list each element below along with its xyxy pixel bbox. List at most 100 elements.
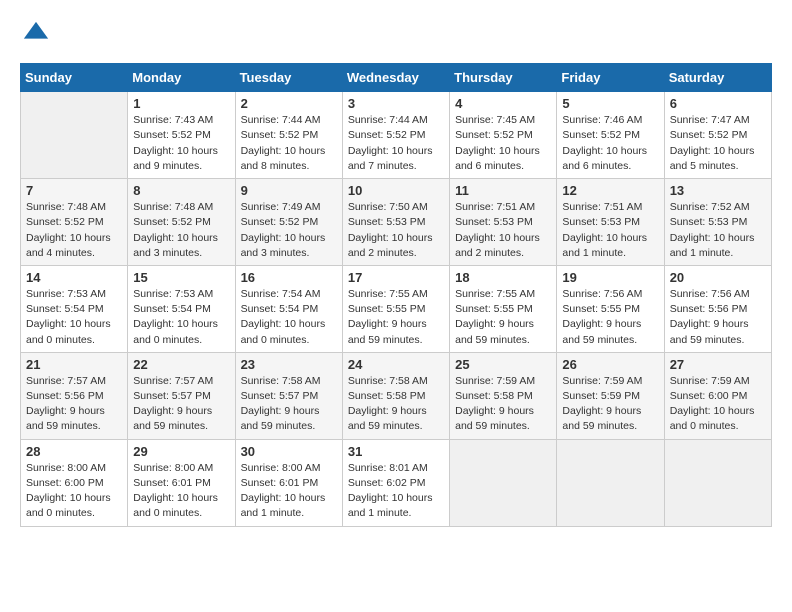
cell-details: Sunrise: 8:00 AMSunset: 6:01 PMDaylight:… — [133, 461, 229, 522]
day-number: 21 — [26, 357, 122, 372]
calendar-cell: 19 Sunrise: 7:56 AMSunset: 5:55 PMDayligh… — [557, 265, 664, 352]
day-number: 1 — [133, 96, 229, 111]
calendar-table: SundayMondayTuesdayWednesdayThursdayFrid… — [20, 63, 772, 526]
cell-details: Sunrise: 7:58 AMSunset: 5:57 PMDaylight:… — [241, 374, 337, 435]
calendar-cell: 5 Sunrise: 7:46 AMSunset: 5:52 PMDaylight… — [557, 92, 664, 179]
week-row-1: 1Sunrise: 7:43 AMSunset: 5:52 PMDaylight… — [21, 92, 772, 179]
day-number: 30 — [241, 444, 337, 459]
cell-details: Sunrise: 8:01 AMSunset: 6:02 PMDaylight:… — [348, 461, 444, 522]
day-number: 17 — [348, 270, 444, 285]
day-number: 8 — [133, 183, 229, 198]
cell-details: Sunrise: 8:00 AMSunset: 6:01 PMDaylight:… — [241, 461, 337, 522]
day-number: 12 — [562, 183, 658, 198]
header-thursday: Thursday — [450, 64, 557, 92]
week-row-2: 7 Sunrise: 7:48 AMSunset: 5:52 PMDaylight… — [21, 179, 772, 266]
day-number: 5 — [562, 96, 658, 111]
day-number: 10 — [348, 183, 444, 198]
cell-details: Sunrise: 7:59 AMSunset: 5:59 PMDaylight:… — [562, 374, 658, 435]
calendar-cell — [21, 92, 128, 179]
cell-details: Sunrise: 7:48 AMSunset: 5:52 PMDaylight:… — [26, 200, 122, 261]
day-number: 2 — [241, 96, 337, 111]
calendar-cell: 23 Sunrise: 7:58 AMSunset: 5:57 PMDayligh… — [235, 352, 342, 439]
calendar-cell: 1Sunrise: 7:43 AMSunset: 5:52 PMDaylight… — [128, 92, 235, 179]
calendar-cell — [664, 439, 771, 526]
page-header — [20, 20, 772, 53]
cell-details: Sunrise: 7:44 AMSunset: 5:52 PMDaylight:… — [348, 113, 444, 174]
calendar-header-row: SundayMondayTuesdayWednesdayThursdayFrid… — [21, 64, 772, 92]
logo — [20, 20, 50, 53]
day-number: 19 — [562, 270, 658, 285]
cell-details: Sunrise: 7:47 AMSunset: 5:52 PMDaylight:… — [670, 113, 766, 174]
cell-details: Sunrise: 7:51 AMSunset: 5:53 PMDaylight:… — [562, 200, 658, 261]
week-row-4: 21 Sunrise: 7:57 AMSunset: 5:56 PMDayligh… — [21, 352, 772, 439]
calendar-cell: 26 Sunrise: 7:59 AMSunset: 5:59 PMDayligh… — [557, 352, 664, 439]
calendar-cell: 15 Sunrise: 7:53 AMSunset: 5:54 PMDayligh… — [128, 265, 235, 352]
cell-details: Sunrise: 7:46 AMSunset: 5:52 PMDaylight:… — [562, 113, 658, 174]
calendar-cell: 16Sunrise: 7:54 AMSunset: 5:54 PMDayligh… — [235, 265, 342, 352]
calendar-cell: 13Sunrise: 7:52 AMSunset: 5:53 PMDayligh… — [664, 179, 771, 266]
cell-details: Sunrise: 7:56 AMSunset: 5:56 PMDaylight:… — [670, 287, 766, 348]
cell-details: Sunrise: 7:58 AMSunset: 5:58 PMDaylight:… — [348, 374, 444, 435]
cell-details: Sunrise: 8:00 AMSunset: 6:00 PMDaylight:… — [26, 461, 122, 522]
calendar-cell: 14Sunrise: 7:53 AMSunset: 5:54 PMDayligh… — [21, 265, 128, 352]
calendar-cell: 6 Sunrise: 7:47 AMSunset: 5:52 PMDaylight… — [664, 92, 771, 179]
calendar-cell: 18 Sunrise: 7:55 AMSunset: 5:55 PMDayligh… — [450, 265, 557, 352]
week-row-5: 28Sunrise: 8:00 AMSunset: 6:00 PMDayligh… — [21, 439, 772, 526]
day-number: 26 — [562, 357, 658, 372]
calendar-cell: 29Sunrise: 8:00 AMSunset: 6:01 PMDayligh… — [128, 439, 235, 526]
calendar-cell: 9Sunrise: 7:49 AMSunset: 5:52 PMDaylight… — [235, 179, 342, 266]
day-number: 6 — [670, 96, 766, 111]
day-number: 27 — [670, 357, 766, 372]
cell-details: Sunrise: 7:57 AMSunset: 5:56 PMDaylight:… — [26, 374, 122, 435]
cell-details: Sunrise: 7:53 AMSunset: 5:54 PMDaylight:… — [133, 287, 229, 348]
calendar-cell: 12 Sunrise: 7:51 AMSunset: 5:53 PMDayligh… — [557, 179, 664, 266]
calendar-cell: 3 Sunrise: 7:44 AMSunset: 5:52 PMDaylight… — [342, 92, 449, 179]
calendar-cell: 10 Sunrise: 7:50 AMSunset: 5:53 PMDayligh… — [342, 179, 449, 266]
calendar-cell: 8 Sunrise: 7:48 AMSunset: 5:52 PMDaylight… — [128, 179, 235, 266]
cell-details: Sunrise: 7:59 AMSunset: 5:58 PMDaylight:… — [455, 374, 551, 435]
day-number: 15 — [133, 270, 229, 285]
day-number: 25 — [455, 357, 551, 372]
cell-details: Sunrise: 7:53 AMSunset: 5:54 PMDaylight:… — [26, 287, 122, 348]
day-number: 13 — [670, 183, 766, 198]
calendar-cell: 31 Sunrise: 8:01 AMSunset: 6:02 PMDayligh… — [342, 439, 449, 526]
cell-details: Sunrise: 7:48 AMSunset: 5:52 PMDaylight:… — [133, 200, 229, 261]
week-row-3: 14Sunrise: 7:53 AMSunset: 5:54 PMDayligh… — [21, 265, 772, 352]
cell-details: Sunrise: 7:55 AMSunset: 5:55 PMDaylight:… — [455, 287, 551, 348]
header-friday: Friday — [557, 64, 664, 92]
day-number: 23 — [241, 357, 337, 372]
calendar-cell: 28Sunrise: 8:00 AMSunset: 6:00 PMDayligh… — [21, 439, 128, 526]
day-number: 22 — [133, 357, 229, 372]
cell-details: Sunrise: 7:59 AMSunset: 6:00 PMDaylight:… — [670, 374, 766, 435]
header-wednesday: Wednesday — [342, 64, 449, 92]
calendar-cell: 21 Sunrise: 7:57 AMSunset: 5:56 PMDayligh… — [21, 352, 128, 439]
cell-details: Sunrise: 7:49 AMSunset: 5:52 PMDaylight:… — [241, 200, 337, 261]
calendar-cell: 17Sunrise: 7:55 AMSunset: 5:55 PMDayligh… — [342, 265, 449, 352]
calendar-cell: 20 Sunrise: 7:56 AMSunset: 5:56 PMDayligh… — [664, 265, 771, 352]
calendar-cell: 24 Sunrise: 7:58 AMSunset: 5:58 PMDayligh… — [342, 352, 449, 439]
day-number: 3 — [348, 96, 444, 111]
day-number: 4 — [455, 96, 551, 111]
day-number: 18 — [455, 270, 551, 285]
cell-details: Sunrise: 7:50 AMSunset: 5:53 PMDaylight:… — [348, 200, 444, 261]
day-number: 16 — [241, 270, 337, 285]
cell-details: Sunrise: 7:45 AMSunset: 5:52 PMDaylight:… — [455, 113, 551, 174]
calendar-cell: 25 Sunrise: 7:59 AMSunset: 5:58 PMDayligh… — [450, 352, 557, 439]
logo-icon — [22, 20, 50, 48]
calendar-cell: 27 Sunrise: 7:59 AMSunset: 6:00 PMDayligh… — [664, 352, 771, 439]
header-tuesday: Tuesday — [235, 64, 342, 92]
calendar-cell — [450, 439, 557, 526]
cell-details: Sunrise: 7:56 AMSunset: 5:55 PMDaylight:… — [562, 287, 658, 348]
calendar-cell: 22 Sunrise: 7:57 AMSunset: 5:57 PMDayligh… — [128, 352, 235, 439]
day-number: 20 — [670, 270, 766, 285]
day-number: 31 — [348, 444, 444, 459]
day-number: 24 — [348, 357, 444, 372]
cell-details: Sunrise: 7:51 AMSunset: 5:53 PMDaylight:… — [455, 200, 551, 261]
calendar-cell — [557, 439, 664, 526]
header-saturday: Saturday — [664, 64, 771, 92]
cell-details: Sunrise: 7:44 AMSunset: 5:52 PMDaylight:… — [241, 113, 337, 174]
header-monday: Monday — [128, 64, 235, 92]
day-number: 7 — [26, 183, 122, 198]
cell-details: Sunrise: 7:57 AMSunset: 5:57 PMDaylight:… — [133, 374, 229, 435]
calendar-cell: 7 Sunrise: 7:48 AMSunset: 5:52 PMDaylight… — [21, 179, 128, 266]
